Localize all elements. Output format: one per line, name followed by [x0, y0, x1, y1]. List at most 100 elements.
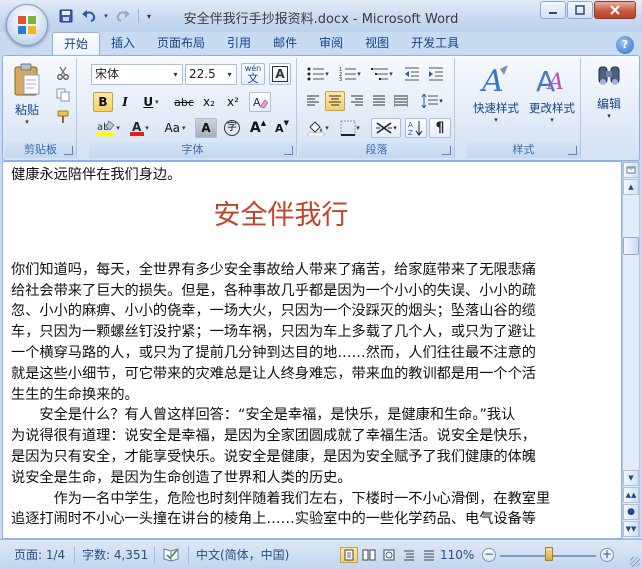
asian-layout-button[interactable]: ▾: [371, 118, 401, 138]
subscript-button[interactable]: x₂: [199, 92, 219, 112]
decrease-indent-button[interactable]: [401, 64, 423, 84]
font-size-dropdown-icon: ▾: [227, 70, 232, 79]
change-styles-button[interactable]: A A 更改样式 ▾: [525, 62, 579, 138]
scroll-thumb[interactable]: [623, 237, 639, 255]
quick-styles-icon: A: [479, 64, 508, 97]
language-status[interactable]: 中文(简体，中国): [196, 546, 289, 564]
page-count[interactable]: 页面: 1/4: [14, 546, 65, 564]
align-right-button[interactable]: [347, 91, 367, 111]
grow-font-button[interactable]: A ▲: [247, 118, 269, 138]
show-marks-button[interactable]: ¶: [429, 118, 451, 138]
zoom-level[interactable]: 110%: [440, 546, 474, 564]
proofing-status[interactable]: [162, 546, 180, 564]
document-line: 生生的生命换来的。: [11, 386, 139, 403]
clear-formatting-button[interactable]: A: [249, 92, 271, 112]
document-line: 车，只因为一颗螺丝钉没拧紧；一场车祸，只因为车上多载了几个人，或只为了避让: [11, 324, 536, 341]
document-line: 作为一名中学生，危险也时刻伴随着我们左右，下楼时一不小心滑倒，在教室里: [11, 490, 551, 507]
font-name-select[interactable]: 宋体 ▾: [91, 64, 183, 85]
phonetic-guide-button[interactable]: wén 文: [241, 63, 265, 85]
close-button[interactable]: [594, 1, 636, 19]
help-button[interactable]: ?: [616, 36, 634, 54]
increase-indent-button[interactable]: [425, 64, 447, 84]
italic-button[interactable]: I: [115, 92, 135, 112]
zoom-slider-thumb[interactable]: [545, 547, 553, 561]
format-painter-button[interactable]: [53, 108, 73, 126]
tab-references[interactable]: 引用: [216, 32, 262, 56]
font-size-select[interactable]: 22.5 ▾: [185, 64, 237, 85]
quick-styles-button[interactable]: A 快速样式 ▾: [469, 62, 523, 138]
distributed-button[interactable]: [391, 91, 411, 111]
borders-button[interactable]: ▾: [335, 118, 365, 138]
tab-review[interactable]: 审阅: [308, 32, 354, 56]
styles-dialog-launcher[interactable]: [568, 146, 577, 155]
scroll-down-button[interactable]: ▼: [623, 470, 639, 486]
tab-mailings[interactable]: 邮件: [262, 32, 308, 56]
restore-button[interactable]: [567, 1, 593, 19]
paste-button[interactable]: 粘贴 ▾: [9, 62, 45, 134]
char-shading-button[interactable]: A: [195, 118, 217, 138]
copy-button[interactable]: [53, 86, 73, 104]
document-line: 忽、小小的麻痹、小小的侥幸，一场大火，只因为一个没踩灭的烟头；坠落山谷的缆: [11, 303, 536, 320]
change-case-button[interactable]: Aa ▾: [159, 118, 191, 138]
shading-button[interactable]: ▾: [303, 118, 333, 138]
scroll-up-button[interactable]: ▲: [623, 179, 639, 195]
font-color-button[interactable]: A ▾: [125, 118, 153, 138]
enclose-chars-button[interactable]: 字: [221, 118, 243, 138]
vertical-scrollbar[interactable]: ▲ ▼ ▲▲ ● ▼▼: [622, 161, 640, 539]
outline-view-button[interactable]: [400, 547, 418, 563]
bold-button[interactable]: B: [93, 92, 113, 112]
align-left-icon: [307, 95, 319, 106]
editing-button[interactable]: 编辑 ▾: [587, 62, 631, 138]
tab-view[interactable]: 视图: [354, 32, 400, 56]
svg-text:3: 3: [339, 77, 342, 81]
char-border-button[interactable]: A: [269, 63, 291, 85]
underline-button[interactable]: U ▾: [137, 92, 165, 112]
resize-grip-icon[interactable]: [630, 557, 640, 567]
numbering-button[interactable]: 123 ▾: [335, 64, 365, 84]
line-spacing-button[interactable]: ▾: [417, 91, 447, 111]
document-area[interactable]: 健康永远陪伴在我们身边。 安全伴我行 你们知道吗，每天，全世界有多少安全事故给人…: [2, 161, 622, 539]
draft-view-button[interactable]: [420, 547, 438, 563]
distributed-icon: [394, 95, 408, 107]
svg-text:A: A: [479, 64, 504, 97]
font-dialog-launcher[interactable]: [284, 146, 293, 155]
paragraph-group-label: 段落: [299, 142, 454, 158]
font-group-label: 字体: [89, 142, 296, 158]
sort-button[interactable]: A Z: [405, 118, 427, 138]
font-name-dropdown-icon: ▾: [173, 70, 178, 79]
word-count[interactable]: 字数: 4,351: [82, 546, 148, 564]
cut-button[interactable]: [53, 64, 73, 82]
office-button[interactable]: [6, 4, 48, 46]
paint-bucket-icon: [307, 121, 325, 136]
browse-object-button[interactable]: ●: [623, 504, 639, 520]
previous-page-button[interactable]: ▲▲: [623, 487, 639, 503]
zoom-out-button[interactable]: −: [482, 548, 496, 562]
web-layout-view-button[interactable]: [380, 547, 398, 563]
print-layout-view-button[interactable]: [340, 547, 358, 563]
shrink-font-button[interactable]: A ▼: [271, 118, 293, 138]
zoom-in-button[interactable]: +: [600, 548, 614, 562]
tab-home[interactable]: 开始: [52, 32, 101, 56]
ruler-toggle-button[interactable]: [623, 162, 639, 178]
bullets-button[interactable]: ▾: [303, 64, 333, 84]
paragraph-dialog-launcher[interactable]: [442, 146, 451, 155]
tab-insert[interactable]: 插入: [100, 32, 146, 56]
highlight-button[interactable]: ab ▾: [93, 118, 123, 138]
align-left-button[interactable]: [303, 91, 323, 111]
next-page-button[interactable]: ▼▼: [623, 521, 639, 537]
shrink-font-label: A: [275, 121, 284, 135]
multilevel-list-button[interactable]: ▾: [367, 64, 397, 84]
minimize-button[interactable]: [540, 1, 566, 19]
full-screen-reading-view-button[interactable]: [360, 547, 378, 563]
document-text[interactable]: 健康永远陪伴在我们身边。 安全伴我行 你们知道吗，每天，全世界有多少安全事故给人…: [11, 162, 621, 530]
superscript-button[interactable]: x²: [223, 92, 243, 112]
align-center-button[interactable]: [325, 91, 345, 111]
clipboard-dialog-launcher[interactable]: [64, 146, 73, 155]
ribbon: 粘贴 ▾ 剪贴板 宋体 ▾ 22.5 ▾ wén 文 A B I U ▾ abc…: [2, 55, 640, 161]
strikethrough-button[interactable]: abc: [171, 92, 197, 112]
justify-button[interactable]: [369, 91, 389, 111]
minimize-icon: [549, 12, 557, 14]
tab-page-layout[interactable]: 页面布局: [146, 32, 216, 56]
previous-page-icon: ▲▲: [625, 491, 637, 499]
tab-developer[interactable]: 开发工具: [400, 32, 470, 56]
